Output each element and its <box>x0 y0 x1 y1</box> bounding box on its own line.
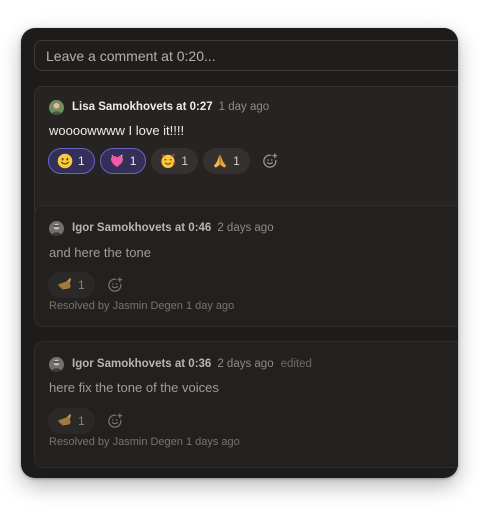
comment-header: Igor Samokhovets at 0:46 2 days ago <box>49 220 274 236</box>
comment-card: Igor Samokhovets at 0:46 2 days ago and … <box>34 205 458 327</box>
smiling-face-with-hearts-icon <box>161 154 176 168</box>
add-reaction-button[interactable] <box>102 272 128 298</box>
sparkling-heart-icon <box>110 154 123 167</box>
avatar <box>49 220 64 236</box>
comment-card: Igor Samokhovets at 0:36 2 days ago edit… <box>34 341 458 468</box>
resolved-by-text: Resolved by Jasmin Degen 1 days ago <box>49 436 240 448</box>
comment-input[interactable] <box>34 40 458 71</box>
resolved-by-text: Resolved by Jasmin Degen 1 day ago <box>49 300 235 312</box>
comment-author[interactable]: Igor Samokhovets at 0:36 <box>72 358 211 370</box>
add-reaction-button[interactable] <box>257 148 283 174</box>
edited-label: edited <box>280 358 312 370</box>
comment-text: woooowwww I love it!!!! <box>49 123 185 138</box>
comment-time: 2 days ago <box>217 358 274 370</box>
comment-card: Lisa Samokhovets at 0:27 1 day ago woooo… <box>34 86 458 218</box>
pinched-hand-icon <box>58 278 72 290</box>
comment-header: Lisa Samokhovets at 0:27 1 day ago <box>49 99 269 115</box>
comment-time: 1 day ago <box>218 101 270 113</box>
smiling-face-icon <box>57 153 73 169</box>
reaction-count: 1 <box>233 154 240 168</box>
add-reaction-button[interactable] <box>102 408 128 434</box>
comment-text: and here the tone <box>49 245 151 260</box>
reaction-chip[interactable]: 1 <box>203 148 250 174</box>
comment-author[interactable]: Lisa Samokhovets at 0:27 <box>72 101 213 113</box>
reaction-count: 1 <box>78 154 85 168</box>
reaction-chip[interactable]: 1 <box>48 148 95 174</box>
reactions-row: 1 <box>48 272 128 298</box>
add-reaction-icon <box>107 277 122 292</box>
reaction-count: 1 <box>78 278 85 292</box>
comment-text: here fix the tone of the voices <box>49 380 219 395</box>
reactions-row: 1 1 1 1 <box>48 148 283 174</box>
add-reaction-icon <box>263 153 278 168</box>
comment-author[interactable]: Igor Samokhovets at 0:46 <box>72 222 211 234</box>
add-reaction-icon <box>107 413 122 428</box>
reaction-count: 1 <box>78 414 85 428</box>
comment-header: Igor Samokhovets at 0:36 2 days ago edit… <box>49 356 312 372</box>
comment-time: 2 days ago <box>217 222 274 234</box>
folded-hands-icon <box>213 154 227 168</box>
reaction-count: 1 <box>129 154 137 168</box>
reaction-chip[interactable]: 1 <box>48 408 95 434</box>
comments-panel: Lisa Samokhovets at 0:27 1 day ago woooo… <box>21 28 458 478</box>
reaction-count: 1 <box>181 154 189 168</box>
reaction-chip[interactable]: 1 <box>48 272 95 298</box>
avatar <box>49 356 64 372</box>
reaction-chip[interactable]: 1 <box>99 148 147 174</box>
avatar <box>49 99 64 115</box>
reaction-chip[interactable]: 1 <box>151 148 199 174</box>
pinched-hand-icon <box>58 414 72 426</box>
reactions-row: 1 <box>48 408 128 434</box>
